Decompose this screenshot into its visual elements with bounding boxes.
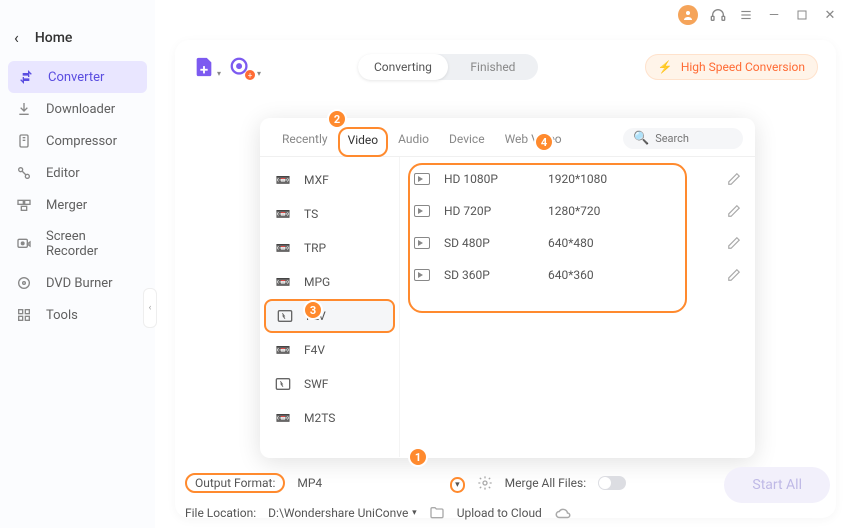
- maximize-icon[interactable]: [794, 7, 810, 23]
- format-mxf[interactable]: 📼MXF: [260, 163, 399, 197]
- ts-icon: 📼: [274, 207, 292, 221]
- tab-device[interactable]: Device: [439, 126, 495, 156]
- menu-icon[interactable]: [738, 7, 754, 23]
- edit-icon[interactable]: [727, 268, 741, 282]
- sidebar-item-screen-recorder[interactable]: Screen Recorder: [0, 221, 155, 267]
- search-input[interactable]: [655, 132, 735, 145]
- format-swf[interactable]: SWF: [260, 367, 399, 401]
- user-avatar[interactable]: [678, 5, 698, 25]
- format-list: 📼MXF 📼TS 📼TRP 📼MPG FLV 📼F4V SWF 📼M2TS: [260, 157, 400, 457]
- add-file-icon[interactable]: ▾: [193, 56, 215, 78]
- resolution-sd360[interactable]: SD 360P640*360: [400, 259, 755, 291]
- tab-video[interactable]: Video: [338, 127, 389, 157]
- step-badge-3: 3: [303, 300, 323, 320]
- format-mpg[interactable]: 📼MPG: [260, 265, 399, 299]
- tab-recently[interactable]: Recently: [272, 126, 338, 156]
- sidebar-item-downloader[interactable]: Downloader: [0, 93, 155, 125]
- status-segment: Converting Finished: [358, 54, 538, 80]
- sidebar-item-merger[interactable]: Merger: [0, 189, 155, 221]
- tab-finished[interactable]: Finished: [448, 54, 538, 80]
- file-location-label: File Location:: [185, 506, 256, 520]
- minimize-icon[interactable]: —: [766, 7, 782, 23]
- tab-audio[interactable]: Audio: [388, 126, 439, 156]
- compressor-icon: [16, 133, 32, 149]
- file-location-dropdown[interactable]: D:\Wondershare UniConverter 1 ▾: [268, 506, 417, 520]
- merger-icon: [16, 197, 32, 213]
- search-icon: 🔍: [633, 131, 649, 146]
- screen-recorder-icon: [16, 236, 32, 252]
- resolution-list: HD 1080P1920*1080 HD 720P1280*720 SD 480…: [400, 157, 755, 457]
- chevron-down-icon: ▾: [450, 477, 465, 493]
- chevron-down-icon: ▾: [412, 508, 417, 518]
- format-m2ts[interactable]: 📼M2TS: [260, 401, 399, 435]
- add-disc-icon[interactable]: +▾: [229, 56, 251, 78]
- step-badge-1: 1: [408, 447, 428, 467]
- converter-icon: [18, 69, 34, 85]
- collapse-sidebar[interactable]: ‹: [143, 288, 157, 328]
- edit-icon[interactable]: [727, 172, 741, 186]
- search-box[interactable]: 🔍: [623, 128, 743, 149]
- sidebar-item-dvd-burner[interactable]: DVD Burner: [0, 267, 155, 299]
- format-trp[interactable]: 📼TRP: [260, 231, 399, 265]
- sidebar-item-converter[interactable]: Converter: [8, 61, 147, 93]
- downloader-icon: [16, 101, 32, 117]
- folder-icon[interactable]: [429, 505, 445, 521]
- sidebar-item-editor[interactable]: Editor: [0, 157, 155, 189]
- back-icon[interactable]: ‹: [14, 28, 19, 47]
- mxf-icon: 📼: [274, 173, 292, 187]
- resolution-hd720[interactable]: HD 720P1280*720: [400, 195, 755, 227]
- step-badge-4: 4: [534, 132, 554, 152]
- edit-icon[interactable]: [727, 236, 741, 250]
- resolution-sd480[interactable]: SD 480P640*480: [400, 227, 755, 259]
- video-icon: [414, 269, 430, 281]
- cloud-icon[interactable]: [554, 506, 572, 520]
- upload-label: Upload to Cloud: [457, 506, 542, 520]
- edit-icon[interactable]: [727, 204, 741, 218]
- video-icon: [414, 173, 430, 185]
- mpg-icon: 📼: [274, 275, 292, 289]
- tab-converting[interactable]: Converting: [358, 54, 448, 80]
- format-ts[interactable]: 📼TS: [260, 197, 399, 231]
- resolution-hd1080[interactable]: HD 1080P1920*1080: [400, 163, 755, 195]
- step-badge-2: 2: [327, 109, 347, 129]
- m2ts-icon: 📼: [274, 411, 292, 425]
- output-format-dropdown[interactable]: MP4 ▾: [297, 476, 464, 490]
- format-flv[interactable]: FLV: [264, 299, 395, 333]
- sidebar-item-compressor[interactable]: Compressor: [0, 125, 155, 157]
- gear-icon[interactable]: [477, 475, 493, 491]
- home-label[interactable]: Home: [35, 30, 73, 46]
- bolt-icon: ⚡: [658, 60, 673, 74]
- format-panel: Recently Video Audio Device Web Video 🔍 …: [260, 118, 755, 458]
- high-speed-conversion[interactable]: ⚡ High Speed Conversion: [645, 54, 818, 80]
- tools-icon: [16, 307, 32, 323]
- merge-toggle[interactable]: [598, 476, 626, 490]
- video-icon: [414, 205, 430, 217]
- close-icon[interactable]: ✕: [822, 7, 838, 23]
- output-format-label: Output Format:: [185, 473, 285, 493]
- editor-icon: [16, 165, 32, 181]
- video-icon: [414, 237, 430, 249]
- headset-icon[interactable]: [710, 7, 726, 23]
- format-f4v[interactable]: 📼F4V: [260, 333, 399, 367]
- f4v-icon: 📼: [274, 343, 292, 357]
- swf-icon: [274, 377, 292, 391]
- sidebar-item-tools[interactable]: Tools: [0, 299, 155, 331]
- flv-icon: [276, 309, 294, 323]
- merge-label: Merge All Files:: [505, 476, 586, 490]
- trp-icon: 📼: [274, 241, 292, 255]
- start-all-button[interactable]: Start All: [724, 467, 830, 503]
- dvd-icon: [16, 275, 32, 291]
